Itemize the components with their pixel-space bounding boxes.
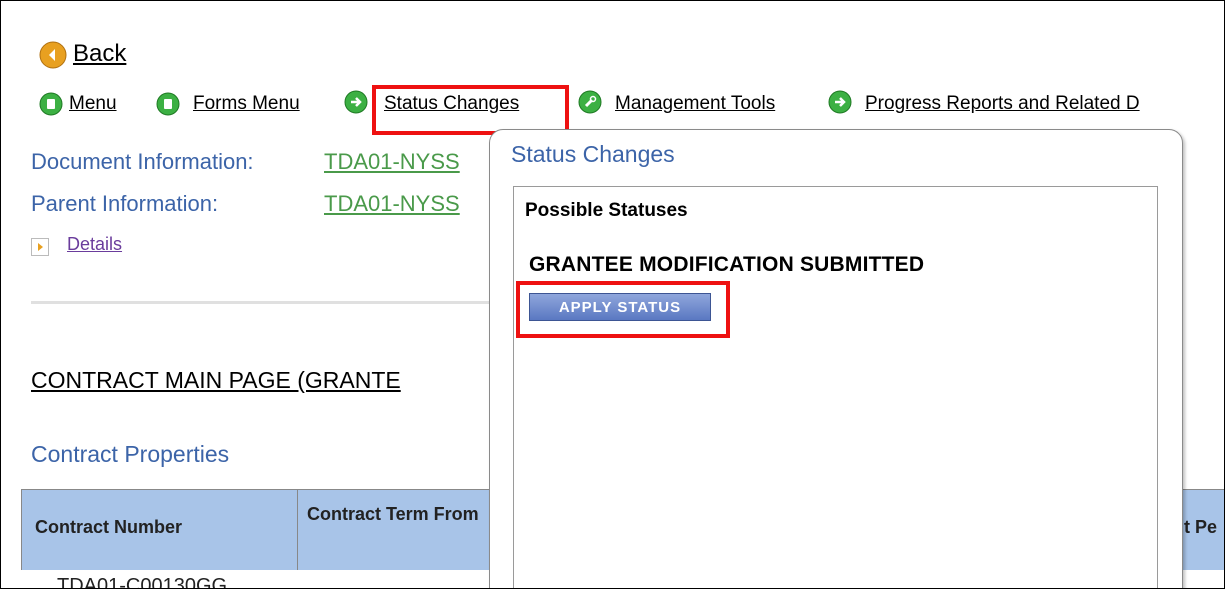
back-arrow-icon[interactable]: [39, 41, 67, 69]
column-header-partial: t Pe: [1184, 517, 1218, 537]
divider: [31, 301, 501, 304]
details-expand-icon[interactable]: [31, 238, 49, 256]
parent-information-link[interactable]: TDA01-NYSS: [324, 191, 460, 217]
nav-progress-reports[interactable]: Progress Reports and Related D: [865, 91, 1140, 117]
status-changes-highlight: [372, 85, 569, 135]
table-cell-contract-number: TDA01-C00130GG: [57, 575, 228, 589]
parent-information-label: Parent Information:: [31, 191, 219, 216]
popup-title: Status Changes: [511, 141, 675, 167]
document-information-link[interactable]: TDA01-NYSS: [324, 149, 460, 175]
nav-menu[interactable]: Menu: [69, 91, 117, 117]
section-title: Contract Properties: [31, 441, 230, 467]
column-header-contract-term-from: Contract Term From: [307, 504, 479, 524]
status-option-label: GRANTEE MODIFICATION SUBMITTED: [529, 253, 925, 276]
progress-reports-arrow-icon[interactable]: [828, 90, 852, 114]
back-link[interactable]: Back: [73, 39, 126, 69]
column-header-contract-number: Contract Number: [35, 517, 183, 537]
nav-management-tools[interactable]: Management Tools: [615, 91, 775, 117]
details-link[interactable]: Details: [67, 234, 122, 255]
possible-statuses-label: Possible Statuses: [525, 200, 688, 221]
status-changes-arrow-icon[interactable]: [344, 90, 368, 114]
management-tools-wrench-icon[interactable]: [578, 90, 602, 114]
possible-statuses-panel: [513, 186, 1158, 588]
apply-status-highlight: [516, 281, 730, 338]
menu-icon[interactable]: [39, 92, 63, 116]
page-heading: CONTRACT MAIN PAGE (GRANTE: [31, 367, 401, 393]
document-information-label: Document Information:: [31, 149, 254, 174]
screenshot-frame: Back Menu Forms Menu Status Changes Mana…: [0, 0, 1225, 589]
nav-forms-menu[interactable]: Forms Menu: [193, 91, 300, 117]
forms-menu-icon[interactable]: [156, 92, 180, 116]
